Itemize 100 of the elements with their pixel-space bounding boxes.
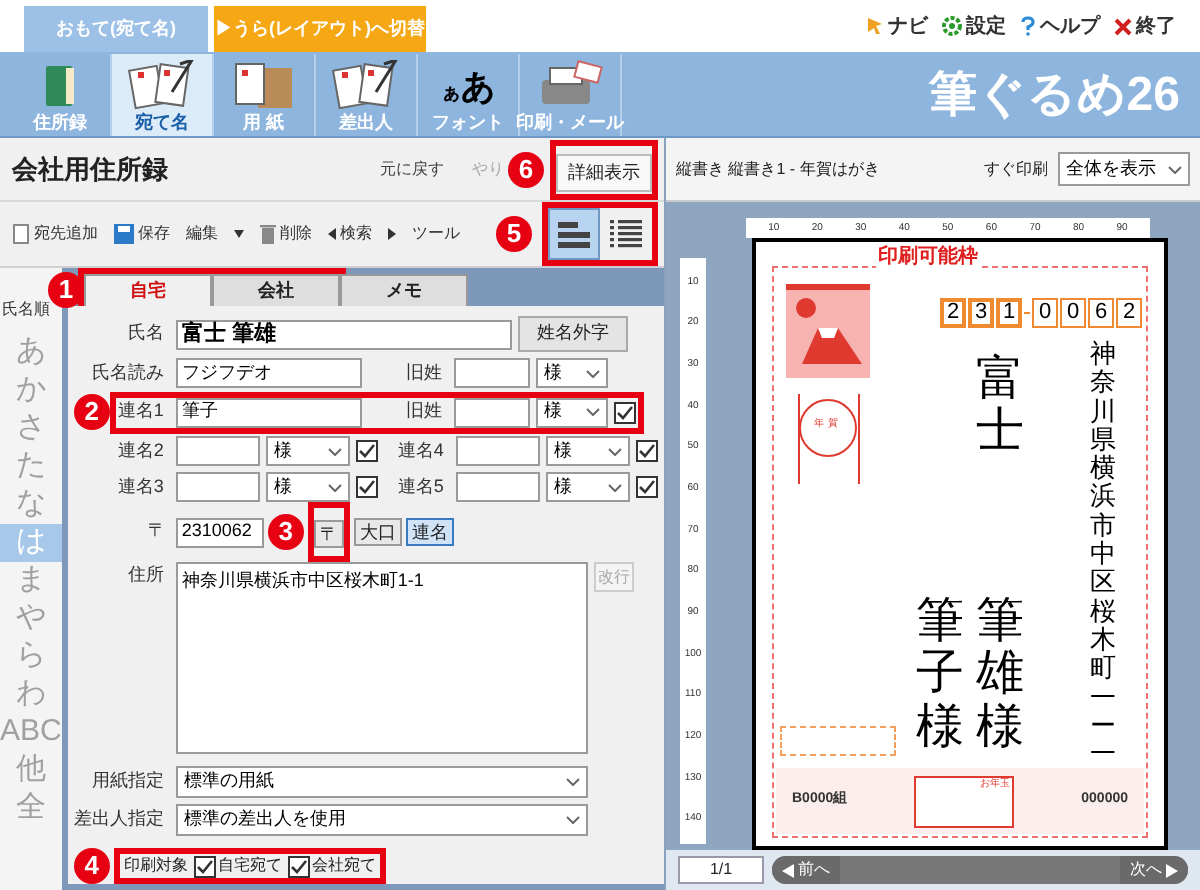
field-label: 氏名読み	[89, 359, 166, 386]
left-arrow-icon	[782, 863, 794, 877]
details-button[interactable]: 詳細表示	[556, 153, 652, 192]
sender-select[interactable]: 標準の差出人を使用	[175, 804, 588, 836]
field-label: 連名2	[115, 437, 166, 464]
checkbox[interactable]	[355, 476, 378, 498]
chevron-down-icon	[585, 408, 600, 416]
zip-option-button[interactable]: 〒	[313, 520, 344, 548]
cards-icon	[128, 60, 196, 112]
toolbar-button[interactable]: 宛て名	[112, 54, 214, 136]
field-label: 連名3	[115, 473, 166, 500]
honorific-select[interactable]: 様	[265, 436, 350, 466]
menu-link[interactable]: ヘルプ	[1040, 11, 1100, 41]
joint-name-field[interactable]	[455, 472, 540, 502]
trash-icon	[260, 224, 276, 244]
toolbar-action[interactable]: ツール	[412, 222, 460, 246]
checkbox[interactable]	[355, 440, 378, 462]
page-field[interactable]: 1/1	[678, 856, 764, 884]
cards-icon	[332, 60, 400, 112]
form-tab[interactable]: 会社	[211, 274, 340, 306]
previous-button[interactable]: 前へ	[772, 856, 840, 884]
number-badge: 2	[73, 394, 110, 430]
zip-digit: 3	[968, 298, 994, 328]
print-area-label: 印刷可能枠	[876, 248, 980, 268]
right-arrow-icon	[1166, 863, 1178, 877]
address-field[interactable]: 神奈川県横浜市中区桜木町1-1	[175, 562, 588, 754]
caret-icon	[234, 230, 244, 238]
toolbar-button[interactable]: ぁあ フォント	[418, 54, 520, 136]
chevron-down-icon	[565, 778, 580, 786]
reading-field[interactable]: フジフデオ	[175, 358, 362, 388]
old-surname-field[interactable]	[453, 397, 530, 427]
checkbox[interactable]	[613, 401, 636, 423]
toolbar-action[interactable]: 編集	[186, 222, 218, 246]
checkbox[interactable]	[193, 855, 216, 877]
undo-link[interactable]: 元に戻す	[380, 157, 444, 181]
app-logo: 筆ぐるめ26	[928, 65, 1182, 125]
joint-name-field[interactable]	[175, 472, 260, 502]
field-label: 〒	[145, 518, 168, 545]
zoom-select[interactable]: 全体を表示	[1058, 152, 1190, 186]
toolbar-action[interactable]: 保存	[138, 222, 170, 246]
paper-select[interactable]: 標準の用紙	[175, 766, 588, 798]
joint-name-field[interactable]: 筆子	[175, 397, 362, 427]
field-label: 差出人指定	[73, 806, 166, 833]
next-button[interactable]: 次へ	[1120, 856, 1188, 884]
view-toggle[interactable]	[548, 208, 600, 260]
chevron-down-icon	[607, 447, 622, 455]
field-label: 連名1	[115, 398, 166, 425]
honorific-select[interactable]: 様	[265, 472, 350, 502]
field-label: 住所	[125, 562, 166, 588]
checkbox[interactable]	[287, 855, 310, 877]
chevron-down-icon	[607, 483, 622, 491]
chevron-down-icon	[585, 369, 600, 377]
field-label: 用紙指定	[89, 768, 166, 795]
zip-field[interactable]: 2310062	[175, 517, 264, 547]
print-now-link[interactable]: すぐ印刷	[984, 157, 1048, 181]
honorific-select[interactable]: 様	[545, 472, 630, 502]
chevron-down-icon	[327, 483, 342, 491]
settings-icon	[942, 16, 962, 36]
gaiji-button[interactable]: 姓名外字	[517, 316, 628, 352]
zip-digit: 6	[1088, 298, 1114, 328]
honorific-select[interactable]: 様	[535, 397, 608, 427]
honorific-select[interactable]: 様	[545, 436, 630, 466]
number-badge: 6	[508, 151, 544, 187]
name-field[interactable]: 富士 筆雄	[175, 319, 512, 349]
menu-link[interactable]: ナビ	[888, 11, 928, 41]
joint-name-field[interactable]	[175, 436, 260, 466]
number-badge: 4	[73, 848, 110, 884]
field-label: 氏名	[125, 320, 166, 347]
zip-option-button[interactable]: 連名	[405, 518, 454, 546]
field-label: 連名5	[395, 473, 446, 500]
toolbar-action[interactable]: 検索	[340, 222, 372, 246]
document-icon	[12, 224, 30, 244]
toolbar-action[interactable]: 宛先追加	[34, 222, 98, 246]
zip-digit: 1	[996, 298, 1022, 328]
help-icon	[1020, 16, 1036, 36]
number-badge: 5	[496, 216, 532, 252]
toolbar-action[interactable]: 削除	[280, 222, 312, 246]
chevron-down-icon	[327, 447, 342, 455]
cursor-icon	[866, 16, 884, 36]
checkbox[interactable]	[635, 440, 658, 462]
field-label: 旧姓	[403, 398, 444, 425]
list-view-icon	[610, 220, 642, 248]
form-tab[interactable]: 自宅	[83, 274, 212, 306]
chevron-down-icon	[565, 816, 580, 824]
zip-option-button[interactable]: 大口	[353, 518, 402, 546]
form-tab[interactable]: メモ	[339, 274, 468, 306]
joint-name-field[interactable]	[455, 436, 540, 466]
menu-link[interactable]: 設定	[966, 11, 1006, 41]
menu-link[interactable]: 終了	[1136, 11, 1176, 41]
field-label: 旧姓	[403, 359, 444, 386]
font-icon: ぁあ	[441, 69, 495, 103]
old-surname-field[interactable]	[453, 358, 530, 388]
checkbox[interactable]	[635, 476, 658, 498]
sort-label: 氏名順	[0, 298, 52, 322]
chevron-down-icon	[1168, 165, 1182, 173]
zip-digit: 2	[1116, 298, 1142, 328]
sender-zip-boxes	[780, 726, 896, 756]
left-arrow-icon	[328, 228, 336, 240]
right-arrow-icon	[388, 228, 396, 240]
honorific-select[interactable]: 様	[535, 358, 608, 388]
